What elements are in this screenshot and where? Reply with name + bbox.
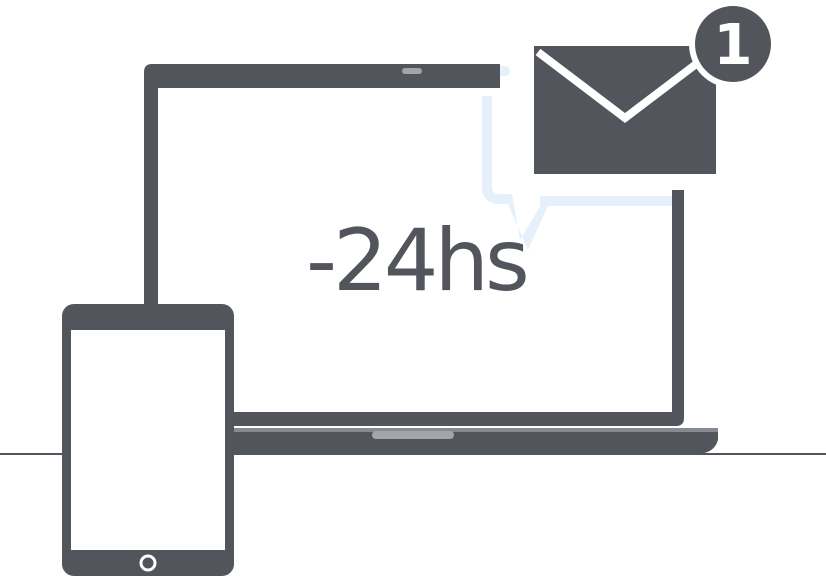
devices-illustration: -24hs 1 <box>0 0 826 576</box>
laptop-camera <box>402 68 422 74</box>
laptop-trackpad <box>372 431 454 439</box>
tablet-icon <box>62 304 234 576</box>
tablet-screen <box>71 330 225 550</box>
time-label: -24hs <box>306 211 526 311</box>
laptop-base-highlight <box>232 428 718 432</box>
badge-count: 1 <box>714 13 753 78</box>
envelope-icon <box>534 46 716 174</box>
notification-badge: 1 <box>689 0 777 88</box>
